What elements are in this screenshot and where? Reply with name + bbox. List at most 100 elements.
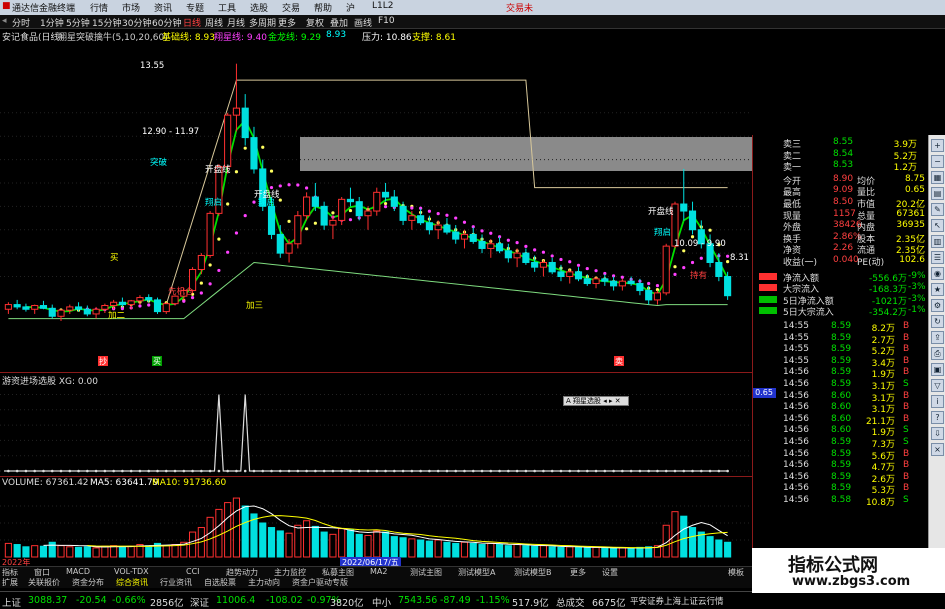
indicator-tab[interactable]: VOL-TDX (114, 567, 149, 576)
menu-item-tools[interactable]: 工具 (218, 1, 236, 14)
period-tab-more[interactable]: 更多 (278, 16, 296, 29)
tick-row[interactable]: 14:56 8.59 5.6万 B (753, 449, 929, 462)
zoom-in-icon[interactable]: + (931, 139, 944, 152)
tool-adjust[interactable]: 复权 (306, 16, 324, 29)
indicator-title[interactable]: 游资进场选股 XG: 0.00 (2, 374, 98, 387)
period-tab-60min[interactable]: 60分钟 (152, 16, 181, 29)
bell-icon[interactable]: ◉ (931, 267, 944, 280)
stat-row[interactable]: 最高 9.09 量比 0.65 (753, 185, 929, 198)
menu-item-help[interactable]: 帮助 (314, 1, 332, 14)
stat-row[interactable]: 换手 2.86% 股本 2.35亿 (753, 232, 929, 245)
floating-tool-box[interactable]: A 翔星选股 ◂ ▸ ✕ (563, 396, 629, 406)
tick-row[interactable]: 14:56 8.58 10.8万 S (753, 495, 929, 508)
period-tab-timeshare[interactable]: 分时 (12, 16, 30, 29)
info-tab[interactable]: 自选股票 (204, 577, 236, 588)
close-icon[interactable]: × (931, 443, 944, 456)
period-tab-30min[interactable]: 30分钟 (122, 16, 151, 29)
export-icon[interactable]: ⇩ (931, 427, 944, 440)
broker-name[interactable]: 平安证券上海上证云行情 (630, 595, 724, 607)
menu-arrow-icon[interactable]: ◂ (2, 16, 7, 26)
flow-row[interactable]: 大宗流入 -168.3万 -3% (753, 282, 929, 295)
ask-row[interactable]: 卖一 8.53 1.2万 (753, 160, 929, 173)
zoom-out-icon[interactable]: − (931, 155, 944, 168)
flow-row[interactable]: 净流入额 -556.6万 -9% (753, 271, 929, 284)
menu-item-select[interactable]: 选股 (250, 1, 268, 14)
menu-item-news[interactable]: 资讯 (154, 1, 172, 14)
table-icon[interactable]: ▥ (931, 235, 944, 248)
idx1-name[interactable]: 上证 (2, 595, 21, 609)
tick-row[interactable]: 14:55 8.59 3.4万 B (753, 356, 929, 369)
tick-row[interactable]: 14:56 8.60 3.1万 B (753, 402, 929, 415)
main-kline-chart[interactable]: 12.5012.0011.5011.0010.5010.009.509.00 1… (0, 42, 783, 372)
tick-row[interactable]: 14:56 8.59 3.1万 S (753, 379, 929, 392)
help-icon[interactable]: ? (931, 411, 944, 424)
info-tab[interactable]: 资金分布 (72, 577, 104, 588)
tick-row[interactable]: 14:56 8.59 2.6万 B (753, 472, 929, 485)
tick-row[interactable]: 14:55 8.59 2.7万 B (753, 333, 929, 346)
tick-row[interactable]: 14:56 8.60 1.9万 S (753, 425, 929, 438)
period-tab-monthly[interactable]: 月线 (227, 16, 245, 29)
ask-row[interactable]: 卖二 8.54 5.2万 (753, 149, 929, 162)
stat-row[interactable]: 收益(一) 0.040 PE(动) 102.6 (753, 255, 929, 268)
tick-row[interactable]: 14:56 8.60 21.1万 B (753, 414, 929, 427)
stat-row[interactable]: 现量 1157 总量 67361 (753, 209, 929, 222)
tool-f10[interactable]: F10 (378, 16, 395, 26)
tick-row[interactable]: 14:56 8.60 3.1万 B (753, 391, 929, 404)
draw-icon[interactable]: ✎ (931, 203, 944, 216)
flow-row[interactable]: 5日净流入额 -1021万 -3% (753, 294, 929, 307)
info-tab[interactable]: 扩展 (2, 577, 18, 588)
settings-icon[interactable]: ⚙ (931, 299, 944, 312)
info-tab[interactable]: 关联报价 (28, 577, 60, 588)
tick-row[interactable]: 14:56 8.59 1.9万 B (753, 367, 929, 380)
info-tab[interactable]: 综合资讯 (116, 577, 148, 588)
indicator-tab[interactable]: CCI (186, 567, 200, 576)
selection-indicator-panel[interactable]: 1.000.800.600.400.200.00 游资进场选股 XG: 0.00… (0, 372, 778, 477)
volume-panel[interactable]: 450003000015000万 VOLUME: 67361.42 MA5: 6… (0, 476, 785, 568)
print-icon[interactable]: ⎙ (931, 347, 944, 360)
refresh-icon[interactable]: ↻ (931, 315, 944, 328)
tick-row[interactable]: 14:56 8.59 4.7万 B (753, 460, 929, 473)
menu-item-quote[interactable]: 行情 (90, 1, 108, 14)
chart-icon[interactable]: ▤ (931, 187, 944, 200)
volume-title[interactable]: VOLUME: 67361.42 (2, 478, 89, 488)
stat-row[interactable]: 最低 8.50 市值 20.2亿 (753, 197, 929, 210)
indicator-tab[interactable]: MA2 (370, 567, 387, 576)
info-icon[interactable]: i (931, 395, 944, 408)
tick-row[interactable]: 14:56 8.59 7.3万 S (753, 437, 929, 450)
tick-row[interactable]: 14:56 8.59 5.3万 B (753, 483, 929, 496)
tool-draw[interactable]: 画线 (354, 16, 372, 29)
tick-row[interactable]: 14:55 8.59 8.2万 B (753, 321, 929, 334)
period-tab-weekly[interactable]: 周线 (205, 16, 223, 29)
tool-overlay[interactable]: 叠加 (330, 16, 348, 29)
period-tab-daily[interactable]: 日线 (183, 16, 201, 29)
info-tab[interactable]: 资金户驱动专版 (292, 577, 348, 588)
ask-row[interactable]: 卖三 8.55 3.9万 (753, 137, 929, 150)
stat-row[interactable]: 净资 2.26 流通 2.35亿 (753, 243, 929, 256)
info-tab[interactable]: 主力动向 (248, 577, 280, 588)
info-tab[interactable]: 行业资讯 (160, 577, 192, 588)
star-icon[interactable]: ★ (931, 283, 944, 296)
stat-row[interactable]: 今开 8.90 均价 8.75 (753, 174, 929, 187)
stat-row[interactable]: 外盘 38426 内盘 36935 (753, 220, 929, 233)
period-tab-1min[interactable]: 1分钟 (40, 16, 64, 29)
lock-icon[interactable]: ▣ (931, 363, 944, 376)
grid-icon[interactable]: ▦ (931, 171, 944, 184)
list-icon[interactable]: ☰ (931, 251, 944, 264)
volume-svg[interactable]: 450003000015000万 (0, 477, 785, 567)
menu-item-market[interactable]: 市场 (122, 1, 140, 14)
period-tab-5min[interactable]: 5分钟 (66, 16, 90, 29)
indicator-tab[interactable]: MACD (66, 567, 90, 576)
flow-row[interactable]: 5日大宗流入 -354.2万 -1% (753, 305, 929, 318)
side-tool-strip[interactable]: + − ▦ ▤ ✎ ↖ ▥ ☰ ◉ ★ ⚙ ↻ ⇪ ⎙ ▣ ▽ i ? ⇩ × (928, 135, 945, 575)
filter-icon[interactable]: ▽ (931, 379, 944, 392)
idx3-name[interactable]: 中小 (372, 595, 391, 609)
menu-item-topic[interactable]: 专题 (186, 1, 204, 14)
trade-status[interactable]: 交易未 (506, 1, 533, 14)
cursor-icon[interactable]: ↖ (931, 219, 944, 232)
share-icon[interactable]: ⇪ (931, 331, 944, 344)
period-tab-15min[interactable]: 15分钟 (92, 16, 121, 29)
indicator-svg[interactable]: 1.000.800.600.400.200.00 (0, 373, 778, 477)
kline-svg[interactable]: 12.5012.0011.5011.0010.5010.009.509.00 1… (0, 42, 783, 372)
idx2-name[interactable]: 深证 (190, 595, 209, 609)
menu-item-trade[interactable]: 交易 (282, 1, 300, 14)
